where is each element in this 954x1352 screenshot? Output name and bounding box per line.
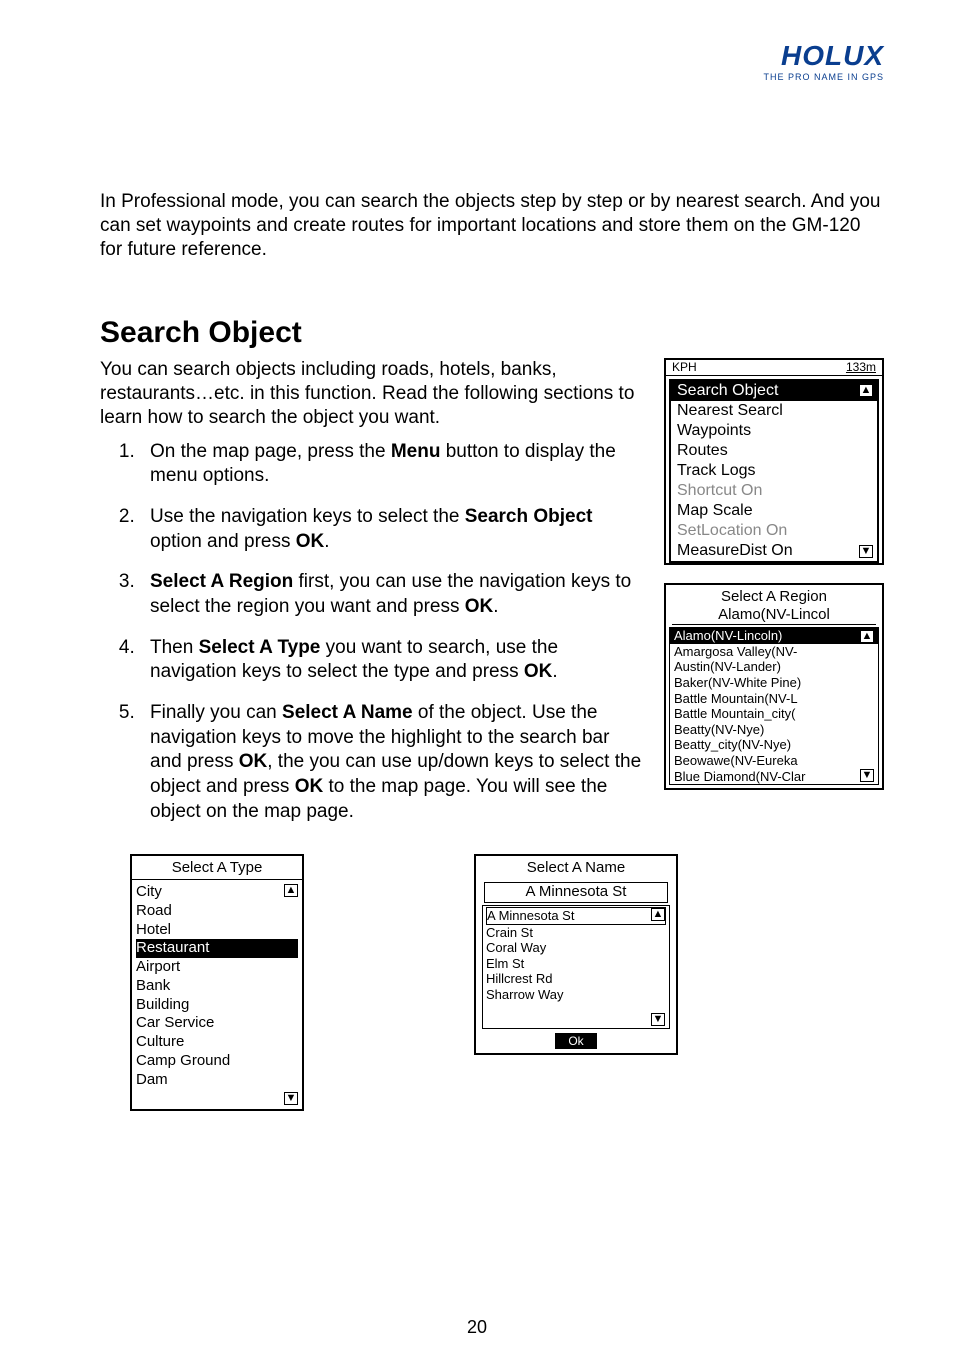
region-subtitle: Alamo(NV-Lincol <box>672 606 876 625</box>
section-description: You can search objects including roads, … <box>100 358 644 429</box>
menu-item-shortcut-on: Shortcut On <box>671 481 877 501</box>
name-item[interactable]: Elm St <box>486 956 666 972</box>
scroll-up-icon[interactable]: ▲ <box>860 630 874 643</box>
name-title: Select A Name <box>476 856 676 879</box>
section-heading: Search Object <box>100 316 884 350</box>
scroll-down-icon[interactable]: ▼ <box>859 545 873 558</box>
type-item[interactable]: City <box>136 883 298 902</box>
gps-menu-list: Search Object Nearest Searcl Waypoints R… <box>669 379 879 563</box>
region-list: Alamo(NV-Lincoln) Amargosa Valley(NV- Au… <box>669 627 879 785</box>
menu-item-track-logs[interactable]: Track Logs <box>671 461 877 481</box>
brand-name: HOLUX <box>763 40 884 72</box>
gps-topbar-unit: KPH <box>672 360 697 375</box>
select-type-screenshot: Select A Type City Road Hotel Restaurant… <box>130 854 304 1111</box>
name-item[interactable]: Hillcrest Rd <box>486 971 666 987</box>
scroll-up-icon[interactable]: ▲ <box>859 384 873 397</box>
intro-paragraph: In Professional mode, you can search the… <box>100 190 884 261</box>
type-item[interactable]: Building <box>136 996 298 1015</box>
select-name-screenshot: Select A Name A Minnesota St A Minnesota… <box>474 854 678 1055</box>
region-item[interactable]: Austin(NV-Lander) <box>670 659 878 675</box>
menu-item-waypoints[interactable]: Waypoints <box>671 421 877 441</box>
region-item[interactable]: Battle Mountain(NV-L <box>670 691 878 707</box>
select-region-screenshot: Select A Region Alamo(NV-Lincol Alamo(NV… <box>664 583 884 790</box>
page-number: 20 <box>0 1317 954 1338</box>
scroll-down-icon[interactable]: ▼ <box>651 1013 665 1026</box>
gps-topbar: KPH 133m <box>666 360 882 376</box>
name-item[interactable]: Crain St <box>486 925 666 941</box>
region-item[interactable]: Baker(NV-White Pine) <box>670 675 878 691</box>
step-3: Select A Region first, you can use the n… <box>140 570 644 619</box>
type-item[interactable]: Camp Ground <box>136 1052 298 1071</box>
scroll-down-icon[interactable]: ▼ <box>284 1092 298 1105</box>
menu-item-search-object[interactable]: Search Object <box>671 381 877 401</box>
name-item[interactable]: A Minnesota St <box>486 907 666 925</box>
region-item[interactable]: Beatty_city(NV-Nye) <box>670 737 878 753</box>
scroll-down-icon[interactable]: ▼ <box>860 769 874 782</box>
type-item[interactable]: Bank <box>136 977 298 996</box>
type-title: Select A Type <box>132 856 302 879</box>
type-item[interactable]: Dam <box>136 1071 298 1090</box>
name-item[interactable]: Coral Way <box>486 940 666 956</box>
step-1: On the map page, press the Menu button t… <box>140 440 644 489</box>
menu-item-map-scale[interactable]: Map Scale <box>671 501 877 521</box>
region-title: Select A Region <box>666 585 882 606</box>
scroll-up-icon[interactable]: ▲ <box>284 884 298 897</box>
ok-button[interactable]: Ok <box>555 1033 597 1049</box>
region-item[interactable]: Amargosa Valley(NV- <box>670 644 878 660</box>
region-item[interactable]: Beatty(NV-Nye) <box>670 722 878 738</box>
step-5: Finally you can Select A Name of the obj… <box>140 701 644 824</box>
type-item[interactable]: Airport <box>136 958 298 977</box>
region-item[interactable]: Beowawe(NV-Eureka <box>670 753 878 769</box>
gps-topbar-value: 133m <box>846 360 876 375</box>
region-item[interactable]: Blue Diamond(NV-Clar <box>670 769 878 785</box>
menu-item-measuredist-on[interactable]: MeasureDist On <box>671 541 877 561</box>
brand-logo: HOLUX THE PRO NAME IN GPS <box>763 40 884 82</box>
type-item[interactable]: Restaurant <box>136 939 298 958</box>
type-item[interactable]: Car Service <box>136 1014 298 1033</box>
type-list: City Road Hotel Restaurant Airport Bank … <box>132 879 302 1109</box>
step-2: Use the navigation keys to select the Se… <box>140 505 644 554</box>
menu-item-routes[interactable]: Routes <box>671 441 877 461</box>
step-4: Then Select A Type you want to search, u… <box>140 636 644 685</box>
name-item[interactable]: Sharrow Way <box>486 987 666 1003</box>
type-item[interactable]: Hotel <box>136 921 298 940</box>
menu-item-nearest-search[interactable]: Nearest Searcl <box>671 401 877 421</box>
name-list: A Minnesota St Crain St Coral Way Elm St… <box>482 905 670 1029</box>
menu-item-setlocation-on: SetLocation On <box>671 521 877 541</box>
type-item[interactable]: Culture <box>136 1033 298 1052</box>
instruction-list: On the map page, press the Menu button t… <box>140 440 644 825</box>
region-item[interactable]: Battle Mountain_city( <box>670 706 878 722</box>
region-item[interactable]: Alamo(NV-Lincoln) <box>670 628 878 644</box>
gps-main-menu-screenshot: KPH 133m Search Object Nearest Searcl Wa… <box>664 358 884 565</box>
name-search-input[interactable]: A Minnesota St <box>484 882 668 903</box>
brand-tagline: THE PRO NAME IN GPS <box>763 72 884 82</box>
scroll-up-icon[interactable]: ▲ <box>651 908 665 921</box>
type-item[interactable]: Road <box>136 902 298 921</box>
